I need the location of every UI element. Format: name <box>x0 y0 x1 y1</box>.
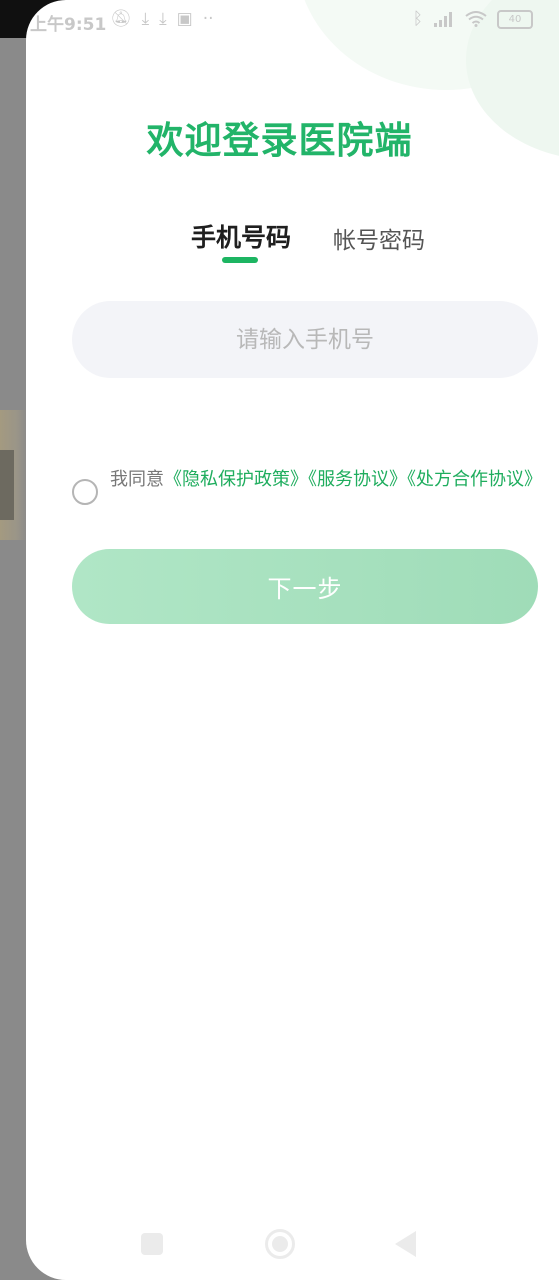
privacy-policy-link[interactable]: 《隐私保护政策》 <box>164 469 308 490</box>
bluetooth-icon: ᛒ <box>412 9 423 29</box>
login-tabs: 手机号码 帐号密码 <box>0 218 559 268</box>
recent-apps-icon[interactable] <box>141 1233 163 1255</box>
app-icon: ▣ <box>176 9 193 29</box>
login-sheet <box>26 0 559 1280</box>
back-icon[interactable] <box>395 1231 416 1257</box>
background-app-card <box>0 410 28 540</box>
agreement-prefix: 我同意 <box>110 469 164 490</box>
home-icon[interactable] <box>265 1229 295 1259</box>
status-time: 上午9:51 <box>30 15 107 35</box>
status-bar: 上午9:51 🔕︎ ⤓ ⤓ ▣ ·· ᛒ 40 <box>0 0 559 40</box>
navigation-bar <box>0 1215 559 1275</box>
battery-icon: 40 <box>497 9 533 29</box>
agreement-text: 我同意《隐私保护政策》《服务协议》《处方合作协议》 <box>110 466 550 493</box>
download-icon: ⤓ <box>141 9 150 29</box>
download-icon: ⤓ <box>159 9 167 29</box>
phone-input[interactable] <box>72 301 538 378</box>
status-icons-right: ᛒ 40 <box>413 9 533 29</box>
agree-checkbox[interactable] <box>72 479 98 505</box>
prescription-agreement-link[interactable]: 《处方合作协议》 <box>407 469 542 490</box>
mute-icon: 🔕︎ <box>110 9 132 29</box>
tab-phone-number[interactable]: 手机号码 <box>191 218 291 254</box>
status-icons-left: 🔕︎ ⤓ ⤓ ▣ ·· <box>110 9 214 29</box>
tab-active-indicator <box>222 257 258 263</box>
next-step-button[interactable]: 下一步 <box>72 549 538 624</box>
battery-level: 40 <box>508 13 522 25</box>
page-title: 欢迎登录医院端 <box>146 119 413 162</box>
wifi-icon <box>465 11 487 27</box>
signal-icon <box>434 12 452 27</box>
background-app-card-mark <box>0 450 14 520</box>
service-agreement-link[interactable]: 《服务协议》 <box>308 469 407 490</box>
more-icon: ·· <box>202 9 214 29</box>
tab-account-password[interactable]: 帐号密码 <box>333 221 425 255</box>
